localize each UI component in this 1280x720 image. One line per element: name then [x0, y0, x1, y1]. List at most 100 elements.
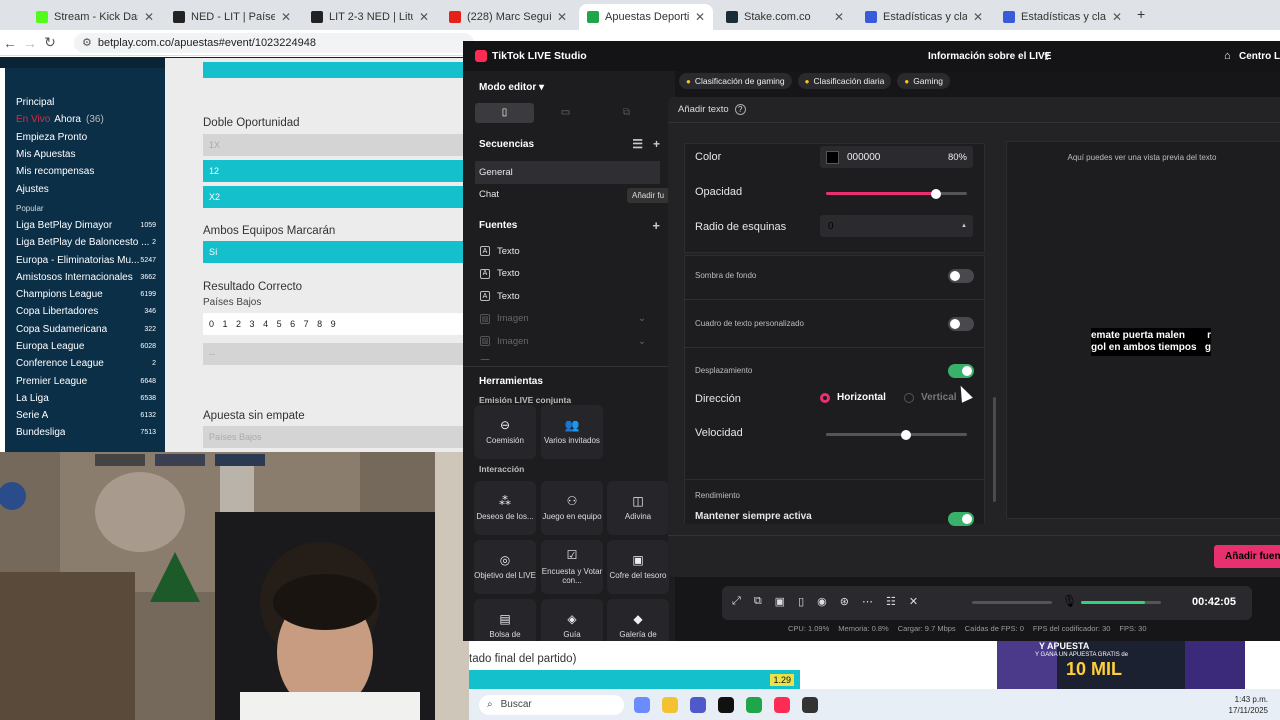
tool-button[interactable]: ⁂ Deseos de los... [474, 481, 536, 535]
settings-ring-icon[interactable]: ⊛ [840, 595, 849, 608]
add-source-button[interactable]: Añadir fuent [1214, 545, 1280, 568]
market-option[interactable]: Sí [203, 241, 465, 263]
site-info-icon[interactable]: ⚙ [82, 36, 92, 49]
tool-button[interactable]: ◎ Objetivo del LIVE [474, 540, 536, 594]
sidebar-league-item[interactable]: Europa - Eliminatorias Mu... 5247 [5, 251, 165, 268]
close-tab-icon[interactable]: ✕ [551, 10, 567, 24]
score-digit[interactable]: 5 [277, 319, 282, 329]
score-digit[interactable]: 3 [250, 319, 255, 329]
custom-box-toggle[interactable] [948, 317, 974, 331]
capcut-icon[interactable] [718, 696, 734, 713]
browser-tab[interactable]: Estadísticas y clasificació✕ [857, 4, 991, 30]
dual-layout-button[interactable]: ⧉ [597, 103, 656, 123]
score-digit[interactable]: 0 [209, 319, 214, 329]
sidebar-league-item[interactable]: Copa Libertadores 346 [5, 303, 165, 320]
copilot-icon[interactable] [634, 696, 650, 713]
sidebar-league-item[interactable]: Liga BetPlay Dimayor 1059 [5, 217, 165, 234]
browser-tab[interactable]: Stake.com.co ✕ [718, 4, 852, 30]
score-digit[interactable]: 1 [223, 319, 228, 329]
sidebar-nav-item[interactable]: Mis recompensas [5, 163, 165, 180]
tool-button[interactable]: ⚇ Juego en equipo [541, 481, 603, 535]
sidebar-league-item[interactable]: Amistosos Internacionales 3662 [5, 269, 165, 286]
browser-tab[interactable]: Estadísticas y clasificació✕ [995, 4, 1130, 30]
sidebar-league-item[interactable]: Conference League 2 [5, 355, 165, 372]
source-item[interactable]: ▨ Imagen ⌄ [463, 330, 668, 353]
color-input[interactable]: 000000 80% [820, 146, 973, 168]
sidebar-league-item[interactable]: Liga BetPlay de Baloncesto ... 2 [5, 234, 165, 251]
chevron-down-icon[interactable]: ⌄ [638, 313, 646, 324]
taskbar-clock[interactable]: 1:43 p.m. 17/11/2025 [1229, 694, 1268, 716]
tool-button[interactable]: ▤ Bolsa de [474, 599, 536, 641]
new-tab-icon[interactable]: + [1137, 6, 1145, 22]
browser-tab[interactable]: Stream - Kick Dashboard✕ [28, 4, 162, 30]
browser-tab[interactable]: (228) Marc Seguí - Ti✕ [441, 4, 575, 30]
close-tab-icon[interactable]: ✕ [689, 10, 705, 24]
horizontal-layout-button[interactable]: ▭ [536, 103, 595, 123]
browser-tab[interactable]: NED - LIT | Países Bajos vs✕ [165, 4, 299, 30]
close-tab-icon[interactable]: ✕ [275, 10, 291, 24]
chevron-down-icon[interactable]: ⌄ [638, 336, 646, 347]
sidebar-league-item[interactable]: Copa Sudamericana 322 [5, 321, 165, 338]
opacity-slider[interactable] [826, 188, 967, 199]
color-swatch[interactable] [826, 150, 839, 164]
add-sequence-icon[interactable]: + [653, 137, 660, 151]
forward-icon[interactable]: → [20, 35, 40, 51]
category-badge[interactable]: ● Gaming [897, 73, 950, 89]
screen-icon[interactable]: ▣ [775, 595, 785, 608]
sidebar-league-item[interactable]: Champions League 6199 [5, 286, 165, 303]
market-option[interactable]: Países Bajos [203, 426, 465, 448]
close-tab-icon[interactable]: ✕ [138, 10, 154, 24]
mute-icon[interactable]: ✕ [909, 595, 918, 608]
reload-icon[interactable]: ↻ [40, 34, 60, 51]
taskbar-search[interactable]: ⌕ Buscar [479, 694, 624, 715]
source-item[interactable]: A Texto [463, 263, 668, 286]
score-digit[interactable]: 6 [290, 319, 295, 329]
score-digit[interactable]: 2 [236, 319, 241, 329]
score-digit[interactable]: 4 [263, 319, 268, 329]
tool-button[interactable]: ▣ Cofre del tesoro [607, 540, 669, 594]
odds-button[interactable]: 1.29 [469, 670, 800, 689]
tiktok-icon[interactable] [774, 696, 790, 713]
stepper-icon[interactable]: ▲ [961, 223, 967, 229]
mode-selector[interactable]: Modo editor ▾ [463, 71, 668, 103]
market-option[interactable]: 1X [203, 134, 465, 156]
close-tab-icon[interactable]: ✕ [967, 10, 983, 24]
sidebar-nav-item[interactable]: Principal [5, 94, 165, 111]
tool-button[interactable]: 👥 Varios invitados [541, 405, 603, 459]
sidebar-nav-item[interactable]: Ajustes [5, 180, 165, 197]
market-option[interactable]: X2 [203, 186, 465, 208]
shadow-toggle[interactable] [948, 269, 974, 283]
add-source-icon[interactable]: + [652, 218, 660, 233]
market-option[interactable]: 12 [203, 160, 465, 182]
more-icon[interactable]: ⋯ [862, 595, 873, 608]
score-digit[interactable]: 9 [331, 319, 336, 329]
sidebar-league-item[interactable]: Bundesliga 7513 [5, 424, 165, 441]
direction-vertical-radio[interactable]: Vertical [904, 392, 957, 403]
tool-button[interactable]: ◈ Guía [541, 599, 603, 641]
score-select[interactable]: -- [203, 343, 465, 365]
browser-tab[interactable]: Apuestas Deportivas en V✕ [579, 4, 713, 30]
tool-button[interactable]: ◫ Adivina [607, 481, 669, 535]
chrome-icon[interactable] [746, 696, 762, 713]
centro-link[interactable]: Centro LIV [1239, 51, 1280, 62]
mic-icon[interactable]: 🎙 [1062, 594, 1077, 608]
obs-icon[interactable] [802, 696, 818, 713]
source-item[interactable]: A Texto [463, 285, 668, 308]
close-tab-icon[interactable]: ✕ [413, 10, 429, 24]
mixer-icon[interactable]: ☷ [886, 595, 896, 608]
sidebar-league-item[interactable]: La Liga 6538 [5, 390, 165, 407]
back-icon[interactable]: ← [0, 35, 20, 51]
corner-radius-input[interactable]: 0 ▲ [820, 215, 973, 237]
close-tab-icon[interactable]: ✕ [1106, 10, 1122, 24]
dialog-scrollbar[interactable] [993, 397, 996, 502]
teams-icon[interactable] [690, 696, 706, 713]
tool-button[interactable]: ☑ Encuesta y Votar con... [541, 540, 603, 594]
sidebar-nav-item[interactable]: Empieza Pronto [5, 129, 165, 146]
mic-level-slider[interactable] [1081, 601, 1161, 604]
source-item[interactable]: ▨ Imagen ⌄ [463, 308, 668, 331]
category-badge[interactable]: ● Clasificación de gaming [679, 73, 792, 89]
tool-button[interactable]: ◆ Galería de [607, 599, 669, 641]
list-icon[interactable]: ☰ [632, 137, 643, 151]
scroll-toggle[interactable] [948, 364, 974, 378]
promo-banner[interactable]: Y APUESTA Y GANA UN APUESTA GRATIS de 10… [997, 641, 1245, 689]
